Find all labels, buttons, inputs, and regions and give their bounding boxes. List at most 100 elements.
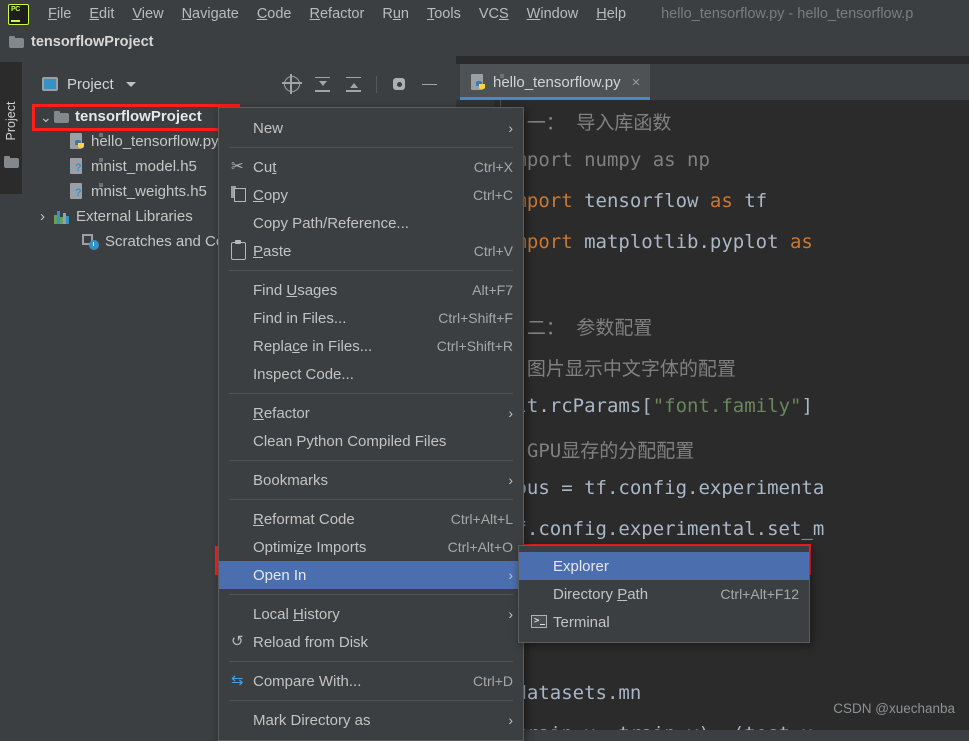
terminal-icon: > (531, 615, 547, 628)
menu-item-compare-with[interactable]: ⇆ Compare With... Ctrl+D (219, 667, 523, 695)
menu-item-label: Cut (253, 158, 277, 176)
menu-item-clean-python-compiled-files[interactable]: Clean Python Compiled Files (219, 427, 523, 455)
python-file-icon (471, 73, 504, 91)
menu-item-shortcut: Ctrl+Alt+O (447, 539, 513, 555)
chevron-right-icon: › (508, 606, 513, 622)
menu-item-optimize-imports[interactable]: Optimize Imports Ctrl+Alt+O (219, 533, 523, 561)
folder-icon (9, 36, 24, 48)
chevron-right-icon[interactable]: › (40, 209, 54, 224)
menu-item-vcs[interactable]: VCS (470, 3, 518, 25)
libraries-icon (54, 210, 70, 224)
menu-separator (229, 460, 513, 461)
menu-item-inspect-code[interactable]: Inspect Code... (219, 360, 523, 388)
menu-item-replace-in-files[interactable]: Replace in Files... Ctrl+Shift+R (219, 332, 523, 360)
menu-item-icon: ⇆ (231, 672, 253, 690)
submenu-item-label: Directory Path (553, 585, 649, 603)
menu-item-icon (231, 711, 253, 729)
structure-folder-icon[interactable] (4, 156, 19, 168)
chevron-down-icon[interactable] (125, 81, 136, 87)
tab-hello-tensorflow[interactable]: hello_tensorflow.py × (460, 64, 651, 100)
menu-item-find-usages[interactable]: Find Usages Alt+F7 (219, 276, 523, 304)
folder-icon (54, 110, 69, 123)
submenu-item-label: Explorer (553, 557, 609, 575)
menu-bar: PC File Edit View Navigate Code Refactor Run To… (0, 0, 969, 29)
menu-item-label: Replace in Files... (253, 337, 373, 355)
menu-item-label: Inspect Code... (253, 365, 354, 383)
locate-icon[interactable] (282, 74, 302, 94)
expand-all-icon[interactable] (314, 76, 331, 93)
menu-item-shortcut: Ctrl+Shift+F (438, 310, 513, 326)
menu-item-bookmarks[interactable]: Bookmarks › (219, 466, 523, 494)
tree-node-label: External Libraries (76, 208, 193, 225)
menu-item-label: Reformat Code (253, 510, 355, 528)
project-panel-title: Project (67, 75, 114, 93)
menu-item-icon (231, 471, 253, 489)
menu-item-local-history[interactable]: Local History › (219, 600, 523, 628)
menu-item-icon (231, 214, 253, 232)
breadcrumb-project[interactable]: tensorflowProject (31, 34, 153, 50)
menu-item-navigate[interactable]: Navigate (173, 3, 248, 25)
menu-item-cut[interactable]: ✂ Cut Ctrl+X (219, 153, 523, 181)
context-menu: New › ✂ Cut Ctrl+X Copy Ctrl+C Copy Path/Refere… (218, 107, 524, 741)
project-panel-toolbar (282, 68, 438, 100)
menu-item-run[interactable]: Run (373, 3, 418, 25)
menu-separator (229, 499, 513, 500)
submenu-item-explorer[interactable]: Explorer (519, 552, 809, 580)
menu-item-find-in-files[interactable]: Find in Files... Ctrl+Shift+F (219, 304, 523, 332)
code-line: plt.rcParams["font.family"] (504, 395, 813, 417)
menu-item-refactor[interactable]: Refactor › (219, 399, 523, 427)
menu-separator (229, 147, 513, 148)
menu-item-open-in[interactable]: Open In › (219, 561, 523, 589)
scratches-icon (82, 233, 99, 250)
menu-item-icon (231, 240, 253, 260)
code-line: # GPU显存的分配配置 (504, 440, 695, 462)
menu-item-shortcut: Ctrl+D (472, 673, 513, 689)
menu-item-icon: ↺ (231, 633, 253, 651)
tool-window-button-project[interactable]: Project (0, 62, 22, 194)
menu-item-code[interactable]: Code (248, 3, 301, 25)
code-line: # 二： 参数配置 (504, 317, 653, 339)
project-view-icon (42, 77, 58, 91)
settings-gear-icon[interactable] (391, 76, 407, 92)
menu-item-tools[interactable]: Tools (418, 3, 470, 25)
menu-item-file[interactable]: File (39, 3, 80, 25)
python-file-icon (70, 133, 103, 150)
chevron-right-icon: › (508, 472, 513, 488)
unknown-file-icon: ? (70, 158, 103, 175)
collapse-all-icon[interactable] (345, 76, 362, 93)
menu-item-label: Compare With... (253, 672, 362, 690)
menu-item-paste[interactable]: Paste Ctrl+V (219, 237, 523, 265)
menu-item-icon (231, 605, 253, 623)
code-line: import tensorflow as tf (504, 190, 768, 212)
close-icon[interactable]: × (632, 75, 641, 90)
window-title: hello_tensorflow.py - hello_tensorflow.p (661, 6, 914, 22)
menu-item-reformat-code[interactable]: Reformat Code Ctrl+Alt+L (219, 505, 523, 533)
menu-item-new[interactable]: New › (219, 114, 523, 142)
menu-item-reload-from-disk[interactable]: ↺ Reload from Disk (219, 628, 523, 656)
menu-item-icon: ✂ (231, 158, 253, 176)
menu-item-shortcut: Ctrl+V (473, 243, 513, 259)
menu-item-icon (231, 404, 253, 422)
submenu-item-terminal[interactable]: > Terminal (519, 608, 809, 636)
menu-item-copy[interactable]: Copy Ctrl+C (219, 181, 523, 209)
toolbar-divider (376, 75, 377, 93)
chevron-right-icon: › (508, 405, 513, 421)
menu-item-refactor[interactable]: Refactor (301, 3, 374, 25)
chevron-down-icon[interactable]: ⌄ (40, 110, 54, 124)
menu-separator (229, 270, 513, 271)
code-line: .datasets.mn (504, 682, 642, 704)
menu-separator (229, 661, 513, 662)
menu-item-label: Find Usages (253, 281, 338, 299)
tree-node-label: mnist_weights.h5 (91, 183, 207, 200)
menu-item-view[interactable]: View (123, 3, 172, 25)
menu-item-edit[interactable]: Edit (80, 3, 123, 25)
submenu-item-directory-path[interactable]: Directory Path Ctrl+Alt+F12 (519, 580, 809, 608)
menu-item-shortcut: Alt+F7 (472, 282, 513, 298)
menu-item-help[interactable]: Help (587, 3, 635, 25)
menu-item-window[interactable]: Window (518, 3, 588, 25)
menu-item-shortcut: Ctrl+X (473, 159, 513, 175)
hide-panel-icon[interactable] (421, 76, 438, 93)
paste-icon (231, 240, 246, 260)
menu-item-copy-path-reference[interactable]: Copy Path/Reference... (219, 209, 523, 237)
menu-item-label: Reload from Disk (253, 633, 369, 651)
